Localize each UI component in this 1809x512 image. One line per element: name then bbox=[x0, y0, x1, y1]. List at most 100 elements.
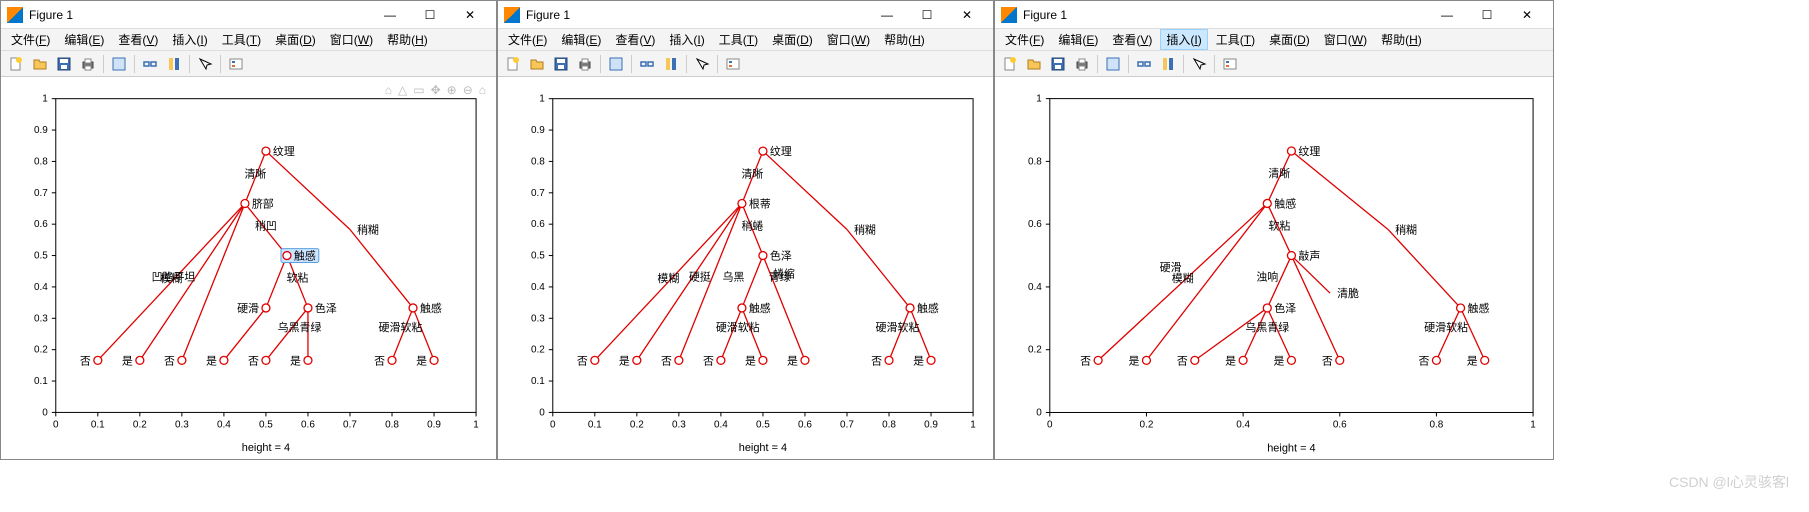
tree-node[interactable] bbox=[801, 356, 809, 364]
data-cursor-icon[interactable] bbox=[605, 53, 627, 75]
tree-node[interactable] bbox=[1457, 304, 1465, 312]
menu-item[interactable]: 插入(I) bbox=[1160, 29, 1207, 50]
tree-node[interactable] bbox=[927, 356, 935, 364]
menu-item[interactable]: 编辑(E) bbox=[58, 29, 110, 50]
tree-node[interactable] bbox=[717, 356, 725, 364]
tree-node[interactable] bbox=[1191, 356, 1199, 364]
menu-item[interactable]: 文件(F) bbox=[502, 29, 553, 50]
menu-item[interactable]: 编辑(E) bbox=[555, 29, 607, 50]
tree-node[interactable] bbox=[759, 147, 767, 155]
tree-node[interactable] bbox=[759, 356, 767, 364]
maximize-button[interactable]: ☐ bbox=[410, 1, 450, 29]
data-cursor-icon[interactable] bbox=[108, 53, 130, 75]
tree-node[interactable] bbox=[1142, 356, 1150, 364]
close-button[interactable]: ✕ bbox=[450, 1, 490, 29]
tree-node[interactable] bbox=[591, 356, 599, 364]
menu-item[interactable]: 工具(T) bbox=[1210, 29, 1261, 50]
tree-node[interactable] bbox=[178, 356, 186, 364]
save-icon[interactable] bbox=[53, 53, 75, 75]
menu-item[interactable]: 窗口(W) bbox=[1318, 29, 1373, 50]
tree-node[interactable] bbox=[94, 356, 102, 364]
tree-node[interactable] bbox=[409, 304, 417, 312]
link-icon[interactable] bbox=[139, 53, 161, 75]
menu-item[interactable]: 文件(F) bbox=[999, 29, 1050, 50]
tree-node[interactable] bbox=[262, 304, 270, 312]
menu-item[interactable]: 桌面(D) bbox=[1263, 29, 1316, 50]
maximize-button[interactable]: ☐ bbox=[907, 1, 947, 29]
menu-item[interactable]: 工具(T) bbox=[713, 29, 764, 50]
arrow-icon[interactable] bbox=[1188, 53, 1210, 75]
close-button[interactable]: ✕ bbox=[1507, 1, 1547, 29]
minimize-button[interactable]: — bbox=[867, 1, 907, 29]
menu-item[interactable]: 窗口(W) bbox=[324, 29, 379, 50]
menu-item[interactable]: 帮助(H) bbox=[1375, 29, 1428, 50]
menu-item[interactable]: 查看(V) bbox=[112, 29, 164, 50]
tree-node[interactable] bbox=[220, 356, 228, 364]
datatip-icon[interactable]: ▭ bbox=[413, 83, 424, 97]
tree-node[interactable] bbox=[885, 356, 893, 364]
tree-node[interactable] bbox=[1336, 356, 1344, 364]
zoomin-icon[interactable]: ⊕ bbox=[447, 83, 457, 97]
tree-node[interactable] bbox=[1432, 356, 1440, 364]
tree-node[interactable] bbox=[304, 304, 312, 312]
print-icon[interactable] bbox=[77, 53, 99, 75]
maximize-button[interactable]: ☐ bbox=[1467, 1, 1507, 29]
tree-node[interactable] bbox=[388, 356, 396, 364]
print-icon[interactable] bbox=[1071, 53, 1093, 75]
legend-icon[interactable] bbox=[722, 53, 744, 75]
tree-node[interactable] bbox=[1481, 356, 1489, 364]
pan-icon[interactable]: ✥ bbox=[431, 83, 441, 97]
colorbar-icon[interactable] bbox=[163, 53, 185, 75]
link-icon[interactable] bbox=[1133, 53, 1155, 75]
tree-node[interactable] bbox=[759, 252, 767, 260]
tree-node[interactable] bbox=[738, 199, 746, 207]
tree-node[interactable] bbox=[304, 356, 312, 364]
print-icon[interactable] bbox=[574, 53, 596, 75]
menu-item[interactable]: 工具(T) bbox=[216, 29, 267, 50]
tree-node[interactable] bbox=[241, 199, 249, 207]
menu-item[interactable]: 文件(F) bbox=[5, 29, 56, 50]
tree-node[interactable] bbox=[906, 304, 914, 312]
arrow-icon[interactable] bbox=[194, 53, 216, 75]
tree-node[interactable] bbox=[1239, 356, 1247, 364]
menu-item[interactable]: 窗口(W) bbox=[821, 29, 876, 50]
legend-icon[interactable] bbox=[225, 53, 247, 75]
menu-item[interactable]: 帮助(H) bbox=[878, 29, 931, 50]
arrow-icon[interactable] bbox=[691, 53, 713, 75]
menu-item[interactable]: 帮助(H) bbox=[381, 29, 434, 50]
open-folder-icon[interactable] bbox=[526, 53, 548, 75]
close-button[interactable]: ✕ bbox=[947, 1, 987, 29]
colorbar-icon[interactable] bbox=[1157, 53, 1179, 75]
tree-node[interactable] bbox=[283, 252, 291, 260]
tree-node[interactable] bbox=[262, 356, 270, 364]
minimize-button[interactable]: — bbox=[370, 1, 410, 29]
tree-node[interactable] bbox=[738, 304, 746, 312]
export-icon[interactable]: △ bbox=[398, 83, 407, 97]
save-icon[interactable] bbox=[1047, 53, 1069, 75]
data-cursor-icon[interactable] bbox=[1102, 53, 1124, 75]
tree-node[interactable] bbox=[1263, 199, 1271, 207]
new-file-icon[interactable] bbox=[999, 53, 1021, 75]
zoomout-icon[interactable]: ⊖ bbox=[463, 83, 473, 97]
tree-node[interactable] bbox=[430, 356, 438, 364]
tree-node[interactable] bbox=[1094, 356, 1102, 364]
tree-node[interactable] bbox=[262, 147, 270, 155]
open-folder-icon[interactable] bbox=[29, 53, 51, 75]
menu-item[interactable]: 查看(V) bbox=[1106, 29, 1158, 50]
brush-icon[interactable]: ⌂ bbox=[385, 83, 392, 97]
home-icon[interactable]: ⌂ bbox=[479, 83, 486, 97]
menu-item[interactable]: 编辑(E) bbox=[1052, 29, 1104, 50]
tree-node[interactable] bbox=[633, 356, 641, 364]
menu-item[interactable]: 查看(V) bbox=[609, 29, 661, 50]
tree-node[interactable] bbox=[675, 356, 683, 364]
menu-item[interactable]: 插入(I) bbox=[663, 29, 710, 50]
tree-node[interactable] bbox=[1287, 252, 1295, 260]
tree-node[interactable] bbox=[136, 356, 144, 364]
colorbar-icon[interactable] bbox=[660, 53, 682, 75]
menu-item[interactable]: 插入(I) bbox=[166, 29, 213, 50]
link-icon[interactable] bbox=[636, 53, 658, 75]
minimize-button[interactable]: — bbox=[1427, 1, 1467, 29]
open-folder-icon[interactable] bbox=[1023, 53, 1045, 75]
tree-node[interactable] bbox=[1287, 356, 1295, 364]
tree-node[interactable] bbox=[1263, 304, 1271, 312]
